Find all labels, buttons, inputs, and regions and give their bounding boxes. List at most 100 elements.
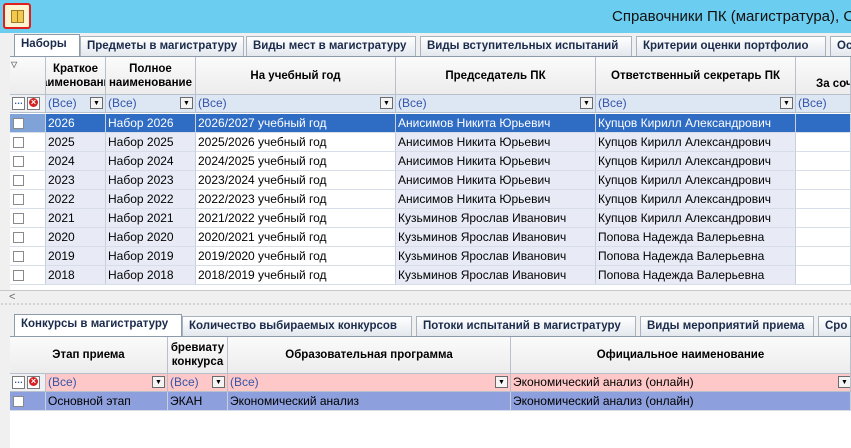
- table-row[interactable]: 2025 Набор 2025 2025/2026 учебный год Аниси…: [10, 133, 851, 152]
- cell-short-name[interactable]: 2023: [46, 171, 106, 190]
- filter-official[interactable]: Экономический анализ (онлайн) ▼: [511, 374, 851, 391]
- filter-short[interactable]: (Все) ▼: [46, 95, 106, 112]
- col-official-name[interactable]: Официальное наименование: [511, 337, 851, 374]
- row-checkbox[interactable]: [13, 396, 24, 407]
- row-checkbox[interactable]: [13, 194, 24, 205]
- cell-chair[interactable]: Анисимов Никита Юрьевич: [396, 190, 596, 209]
- table-row[interactable]: 2018 Набор 2018 2018/2019 учебный год Кузьм…: [10, 266, 851, 285]
- dropdown-arrow-icon[interactable]: ▼: [180, 97, 193, 109]
- row-select-cell[interactable]: [10, 247, 46, 266]
- table-row[interactable]: 2019 Набор 2019 2019/2020 учебный год Кузьм…: [10, 247, 851, 266]
- col-za-soch[interactable]: За соч: [796, 57, 851, 95]
- row-checkbox[interactable]: [13, 251, 24, 262]
- cell-academic-year[interactable]: 2021/2022 учебный год: [196, 209, 396, 228]
- cell-za-soch[interactable]: [796, 228, 851, 247]
- cell-chair[interactable]: Анисимов Никита Юрьевич: [396, 114, 596, 133]
- filter-full[interactable]: (Все) ▼: [106, 95, 196, 112]
- filter-clear-icon[interactable]: [27, 376, 40, 389]
- tab-event-types[interactable]: Виды мероприятий приема: [640, 316, 814, 336]
- tab-exam-types[interactable]: Виды вступительных испытаний: [420, 36, 632, 56]
- cell-academic-year[interactable]: 2024/2025 учебный год: [196, 152, 396, 171]
- dropdown-arrow-icon[interactable]: ▼: [212, 376, 225, 388]
- cell-chair[interactable]: Кузьминов Ярослав Иванович: [396, 266, 596, 285]
- cell-secretary[interactable]: Попова Надежда Валерьевна: [596, 228, 796, 247]
- cell-full-name[interactable]: Набор 2020: [106, 228, 196, 247]
- cell-short-name[interactable]: 2019: [46, 247, 106, 266]
- cell-academic-year[interactable]: 2022/2023 учебный год: [196, 190, 396, 209]
- cell-za-soch[interactable]: [796, 247, 851, 266]
- col-full-name[interactable]: Полное наименование: [106, 57, 196, 95]
- row-select-cell[interactable]: [10, 209, 46, 228]
- cell-full-name[interactable]: Набор 2018: [106, 266, 196, 285]
- cell-academic-year[interactable]: 2026/2027 учебный год: [196, 114, 396, 133]
- row-select-cell[interactable]: [10, 266, 46, 285]
- cell-short-name[interactable]: 2020: [46, 228, 106, 247]
- table-row[interactable]: 2024 Набор 2024 2024/2025 учебный год Аниси…: [10, 152, 851, 171]
- dropdown-arrow-icon[interactable]: ▼: [152, 376, 165, 388]
- dropdown-arrow-icon[interactable]: ▼: [495, 376, 508, 388]
- cell-academic-year[interactable]: 2018/2019 учебный год: [196, 266, 396, 285]
- cell-secretary[interactable]: Купцов Кирилл Александрович: [596, 114, 796, 133]
- cell-official-name[interactable]: Экономический анализ (онлайн): [511, 392, 851, 411]
- tab-exam-streams[interactable]: Потоки испытаний в магистратуру: [416, 316, 636, 336]
- tab-place-types[interactable]: Виды мест в магистратуру: [246, 36, 416, 56]
- cell-academic-year[interactable]: 2019/2020 учебный год: [196, 247, 396, 266]
- app-book-icon[interactable]: [3, 3, 31, 29]
- filter-stage[interactable]: (Все) ▼: [46, 374, 168, 391]
- cell-secretary[interactable]: Купцов Кирилл Александрович: [596, 133, 796, 152]
- table-row[interactable]: 2021 Набор 2021 2021/2022 учебный год Кузьм…: [10, 209, 851, 228]
- tab-subjects[interactable]: Предметы в магистратуру: [80, 36, 244, 56]
- cell-short-name[interactable]: 2026: [46, 114, 106, 133]
- cell-chair[interactable]: Кузьминов Ярослав Иванович: [396, 209, 596, 228]
- tab-more[interactable]: Ос: [830, 36, 851, 56]
- cell-stage[interactable]: Основной этап: [46, 392, 168, 411]
- cell-academic-year[interactable]: 2020/2021 учебный год: [196, 228, 396, 247]
- row-checkbox[interactable]: [13, 175, 24, 186]
- cell-za-soch[interactable]: [796, 171, 851, 190]
- cell-academic-year[interactable]: 2023/2024 учебный год: [196, 171, 396, 190]
- row-select-cell[interactable]: [10, 228, 46, 247]
- dropdown-arrow-icon[interactable]: ▼: [380, 97, 393, 109]
- col-short-name[interactable]: Краткое наименование: [46, 57, 106, 95]
- filter-clear-icon[interactable]: [27, 97, 40, 110]
- row-checkbox[interactable]: [13, 118, 24, 129]
- cell-abbreviation[interactable]: ЭКАН: [168, 392, 228, 411]
- dropdown-arrow-icon[interactable]: ▼: [780, 97, 793, 109]
- filter-chair[interactable]: (Все) ▼: [396, 95, 596, 112]
- cell-chair[interactable]: Кузьминов Ярослав Иванович: [396, 228, 596, 247]
- col-secretary[interactable]: Ответственный секретарь ПК: [596, 57, 796, 95]
- cell-za-soch[interactable]: [796, 266, 851, 285]
- cell-full-name[interactable]: Набор 2021: [106, 209, 196, 228]
- row-select-cell[interactable]: [10, 152, 46, 171]
- table-row[interactable]: Основной этап ЭКАН Экономический анализ Эко…: [10, 392, 851, 411]
- row-checkbox[interactable]: [13, 232, 24, 243]
- dropdown-arrow-icon[interactable]: ▼: [580, 97, 593, 109]
- cell-za-soch[interactable]: [796, 190, 851, 209]
- row-select-cell[interactable]: [10, 171, 46, 190]
- tab-portfolio-criteria[interactable]: Критерии оценки портфолио: [636, 36, 826, 56]
- col-abbreviation[interactable]: бревиату конкурса: [168, 337, 228, 374]
- cell-za-soch[interactable]: [796, 114, 851, 133]
- cell-secretary[interactable]: Купцов Кирилл Александрович: [596, 209, 796, 228]
- filter-za-soch[interactable]: (Все): [796, 95, 851, 112]
- tab-contests[interactable]: Конкурсы в магистратуру: [14, 314, 182, 337]
- cell-za-soch[interactable]: [796, 133, 851, 152]
- cell-full-name[interactable]: Набор 2019: [106, 247, 196, 266]
- cell-short-name[interactable]: 2021: [46, 209, 106, 228]
- filter-program[interactable]: (Все) ▼: [228, 374, 511, 391]
- row-checkbox[interactable]: [13, 137, 24, 148]
- cell-secretary[interactable]: Купцов Кирилл Александрович: [596, 152, 796, 171]
- cell-full-name[interactable]: Набор 2022: [106, 190, 196, 209]
- filter-abbr[interactable]: (Все) ▼: [168, 374, 228, 391]
- col-academic-year[interactable]: На учебный год: [196, 57, 396, 95]
- col-chair[interactable]: Председатель ПК: [396, 57, 596, 95]
- cell-chair[interactable]: Анисимов Никита Юрьевич: [396, 171, 596, 190]
- col-stage[interactable]: Этап приема: [10, 337, 168, 374]
- row-checkbox[interactable]: [13, 156, 24, 167]
- cell-secretary[interactable]: Купцов Кирилл Александрович: [596, 171, 796, 190]
- dropdown-arrow-icon[interactable]: ▼: [838, 376, 850, 388]
- tab-more-bottom[interactable]: Сро: [818, 316, 851, 336]
- table-row[interactable]: 2022 Набор 2022 2022/2023 учебный год Аниси…: [10, 190, 851, 209]
- dropdown-arrow-icon[interactable]: ▼: [90, 97, 103, 109]
- filter-year[interactable]: (Все) ▼: [196, 95, 396, 112]
